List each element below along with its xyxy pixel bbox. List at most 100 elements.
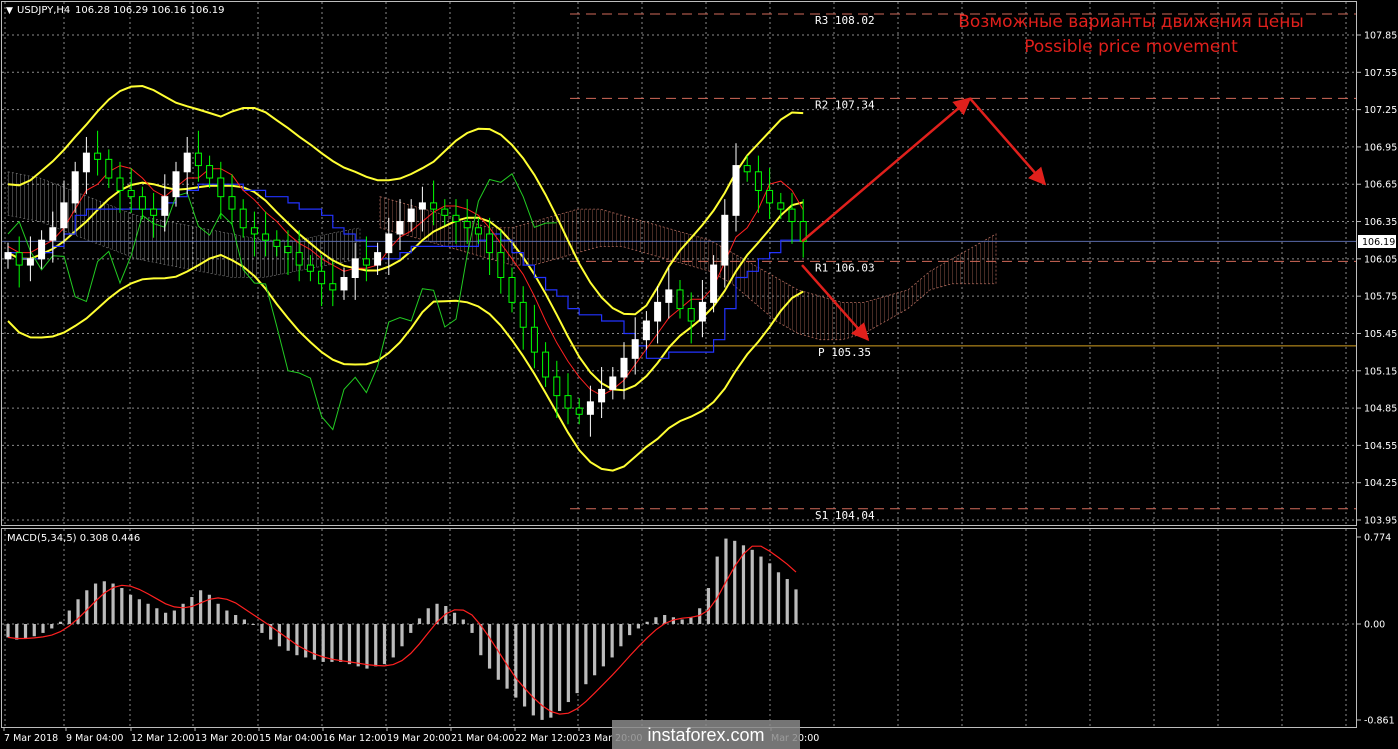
macd-bar xyxy=(759,556,763,624)
candle-body xyxy=(463,221,471,229)
macd-bar xyxy=(514,624,518,698)
y-tick-label: 105.15 xyxy=(1364,366,1397,377)
macd-bar xyxy=(347,624,352,665)
pivot-label-R1: R1 106.03 xyxy=(815,261,875,274)
macd-y-tick-label: -0.861 xyxy=(1364,716,1395,727)
macd-bar xyxy=(470,624,474,633)
macd-bar xyxy=(339,624,343,662)
macd-bar xyxy=(776,572,781,624)
candle-body xyxy=(329,283,337,291)
macd-bar xyxy=(610,624,614,658)
candle-body xyxy=(698,301,706,322)
candle-body xyxy=(497,252,505,278)
macd-panel xyxy=(1,528,1357,728)
x-tick-label: 15 Mar 04:00 xyxy=(259,733,322,744)
macd-bar xyxy=(382,624,387,665)
x-tick-label: 16 Mar 12:00 xyxy=(323,733,386,744)
macd-bar xyxy=(549,624,553,718)
trading-chart: R3 108.02 R2 107.34 R1 106.03 P 105.35 S1 10… xyxy=(1,1,1397,749)
macd-bar xyxy=(93,583,98,624)
candle-body xyxy=(15,252,23,266)
candle-body xyxy=(676,289,684,310)
macd-bar xyxy=(706,588,711,624)
candle-body xyxy=(183,152,191,173)
macd-bar xyxy=(199,590,203,624)
candle-body xyxy=(530,326,538,353)
macd-bar xyxy=(216,603,220,624)
macd-bar xyxy=(689,617,693,624)
candle-body xyxy=(105,158,113,179)
macd-bar xyxy=(654,617,658,624)
macd-bar xyxy=(794,589,798,624)
candle-body xyxy=(609,376,617,390)
x-tick-label: 12 Mar 12:00 xyxy=(131,733,194,744)
macd-bar xyxy=(295,624,299,656)
y-tick-label: 105.45 xyxy=(1364,329,1397,340)
macd-bar xyxy=(190,597,194,624)
candle-body xyxy=(150,208,158,216)
macd-bar xyxy=(487,624,492,669)
symbol-label: USDJPY,H4 xyxy=(17,5,70,16)
macd-bar xyxy=(58,621,63,624)
y-tick-label: 107.25 xyxy=(1364,105,1397,116)
macd-y-tick-label: 0.00 xyxy=(1364,620,1385,631)
macd-label: MACD(5,34,5) 0.308 0.446 xyxy=(7,533,140,544)
candle-body xyxy=(788,208,796,223)
macd-bar xyxy=(242,619,246,624)
macd-bar xyxy=(120,588,124,624)
annotation-en: Possible price movement xyxy=(1024,37,1238,57)
candle-body xyxy=(306,264,314,272)
candle-body xyxy=(430,202,438,210)
y-tick-label: 104.25 xyxy=(1364,478,1397,489)
candle-body xyxy=(250,227,258,235)
candle-body xyxy=(519,301,527,328)
y-tick-label: 106.05 xyxy=(1364,254,1397,265)
symbol-triangle-icon[interactable]: ▼ xyxy=(6,6,13,16)
y-tick-label: 107.55 xyxy=(1364,68,1397,79)
y-tick-label: 106.65 xyxy=(1364,180,1397,191)
x-tick-label: 7 Mar 2018 xyxy=(4,733,58,744)
macd-bar xyxy=(733,540,737,624)
macd-bar xyxy=(741,545,746,624)
y-tick-label: 104.55 xyxy=(1364,441,1397,452)
y-tick-label: 106.95 xyxy=(1364,142,1397,153)
macd-bar xyxy=(584,624,588,685)
candle-body xyxy=(273,239,281,247)
candle-body xyxy=(586,401,594,415)
macd-bar xyxy=(785,579,789,624)
candle-body xyxy=(82,152,90,173)
candle-body xyxy=(598,388,606,403)
candle-body xyxy=(766,189,774,204)
macd-bar xyxy=(304,624,308,658)
macd-bar xyxy=(146,603,150,624)
candle-body xyxy=(687,308,695,322)
macd-bar xyxy=(111,583,115,624)
pivot-label-R3: R3 108.02 xyxy=(815,14,875,27)
candle-body xyxy=(138,196,146,210)
candle-body xyxy=(71,171,79,204)
macd-bar xyxy=(365,624,369,669)
candle-body xyxy=(486,233,494,254)
macd-bar xyxy=(619,624,623,647)
candle-body xyxy=(340,277,348,291)
pivot-label-S1: S1 104.04 xyxy=(815,509,875,522)
macd-bar xyxy=(6,624,10,638)
macd-bar xyxy=(181,603,185,624)
macd-bar xyxy=(575,624,579,694)
candle-body xyxy=(262,233,270,241)
macd-bar xyxy=(356,624,360,667)
macd-bar xyxy=(566,624,570,703)
macd-bar xyxy=(417,618,422,624)
macd-bar xyxy=(102,581,106,624)
macd-bar xyxy=(715,556,719,624)
macd-bar xyxy=(400,624,404,647)
candle-body xyxy=(60,202,68,229)
macd-bar xyxy=(645,621,649,624)
macd-bar xyxy=(391,624,395,658)
candle-body xyxy=(732,165,740,216)
current-price-value: 106.19 xyxy=(1362,237,1395,248)
macd-bar xyxy=(260,624,264,633)
macd-bar xyxy=(628,624,632,636)
candle-body xyxy=(575,407,583,415)
y-tick-label: 106.35 xyxy=(1364,217,1397,228)
